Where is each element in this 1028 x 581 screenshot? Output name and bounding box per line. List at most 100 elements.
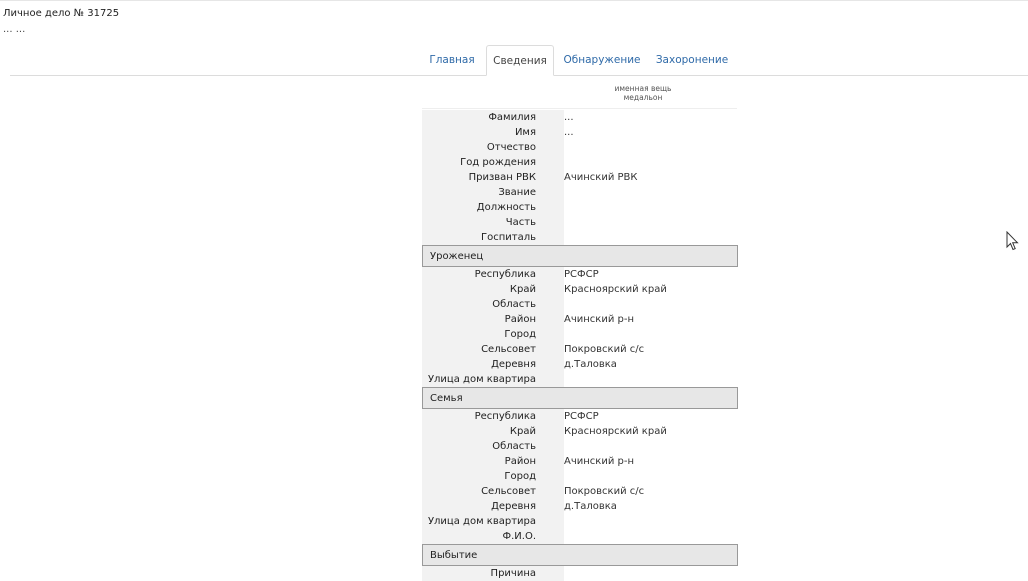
- field-value: Покровский с/с: [564, 486, 645, 497]
- field-label-box: Город: [422, 327, 550, 342]
- field-value: Красноярский край: [564, 284, 667, 295]
- field-label-box: Ф.И.О.: [422, 529, 550, 544]
- field-value: Красноярский край: [564, 426, 667, 437]
- form-row: Край Красноярский край: [422, 282, 738, 297]
- label-gutter: [550, 439, 564, 454]
- form-row: Ф.И.О.: [422, 529, 738, 544]
- tab-discovery[interactable]: Обнаружение: [562, 45, 642, 75]
- field-label: Часть: [505, 217, 536, 228]
- field-label-box: Район: [422, 312, 550, 327]
- form-row: Должность: [422, 200, 738, 215]
- field-label: Ф.И.О.: [502, 531, 537, 542]
- field-label: Республика: [474, 411, 536, 422]
- label-gutter: [550, 312, 564, 327]
- field-label-box: Отчество: [422, 140, 550, 155]
- field-value: Ачинский р-н: [564, 314, 634, 325]
- form-row: Республика РСФСР: [422, 409, 738, 424]
- field-value: д.Таловка: [564, 501, 617, 512]
- field-label: Звание: [498, 187, 536, 198]
- field-label: Область: [492, 441, 536, 452]
- field-label: Сельсовет: [481, 344, 536, 355]
- label-gutter: [550, 454, 564, 469]
- field-label-box: Звание: [422, 185, 550, 200]
- field-label-box: Улица дом квартира: [422, 372, 550, 387]
- top-border: [0, 0, 1028, 1]
- field-label-box: Улица дом квартира: [422, 514, 550, 529]
- field-label: Республика: [474, 269, 536, 280]
- form-row: Улица дом квартира: [422, 514, 738, 529]
- field-label: Деревня: [491, 359, 536, 370]
- label-gutter: [550, 469, 564, 484]
- field-label: Улица дом квартира: [427, 516, 536, 527]
- field-label: Улица дом квартира: [427, 374, 536, 385]
- field-label-box: Деревня: [422, 499, 550, 514]
- field-label-box: Область: [422, 297, 550, 312]
- field-value: Ачинский РВК: [564, 172, 638, 183]
- form-row: Год рождения: [422, 155, 738, 170]
- field-label-box: Фамилия: [422, 110, 550, 125]
- field-label: Госпиталь: [481, 232, 536, 243]
- medal-caption: именная вещь медальон: [600, 84, 686, 102]
- section-header-native: Уроженец: [422, 245, 738, 267]
- label-gutter: [550, 327, 564, 342]
- field-label: Имя: [514, 127, 536, 138]
- medal-line-2: медальон: [623, 93, 663, 102]
- form-row: Часть: [422, 215, 738, 230]
- tab-main[interactable]: Главная: [424, 45, 480, 75]
- form-row: Город: [422, 327, 738, 342]
- form-row: Район Ачинский р-н: [422, 454, 738, 469]
- label-gutter: [550, 499, 564, 514]
- form-row: Район Ачинский р-н: [422, 312, 738, 327]
- field-label-box: Край: [422, 282, 550, 297]
- field-label-box: Область: [422, 439, 550, 454]
- label-gutter: [550, 514, 564, 529]
- field-label-box: Причина: [422, 566, 550, 581]
- field-label: Край: [509, 284, 536, 295]
- form-row: Отчество: [422, 140, 738, 155]
- field-label-box: Республика: [422, 267, 550, 282]
- mouse-pointer-icon: [1006, 231, 1019, 251]
- form-row: Фамилия...: [422, 110, 738, 125]
- label-gutter: [550, 409, 564, 424]
- form-row: Сельсовет Покровский с/с: [422, 342, 738, 357]
- label-gutter: [550, 215, 564, 230]
- form-row: Край Красноярский край: [422, 424, 738, 439]
- form-row: Госпиталь: [422, 230, 738, 245]
- form-row: Область: [422, 297, 738, 312]
- field-value: Покровский с/с: [564, 344, 645, 355]
- field-label-box: Имя: [422, 125, 550, 140]
- field-label: Город: [504, 471, 536, 482]
- field-label: Город: [504, 329, 536, 340]
- label-gutter: [550, 140, 564, 155]
- field-value: ...: [564, 127, 574, 138]
- field-label-box: Год рождения: [422, 155, 550, 170]
- label-gutter: [550, 282, 564, 297]
- field-value: РСФСР: [564, 269, 599, 280]
- form-row: Имя...: [422, 125, 738, 140]
- field-label: Год рождения: [460, 157, 536, 168]
- form-row: Сельсовет Покровский с/с: [422, 484, 738, 499]
- label-gutter: [550, 185, 564, 200]
- field-label-box: Район: [422, 454, 550, 469]
- field-label: Причина: [490, 568, 536, 579]
- medal-line-1: именная вещь: [614, 84, 672, 93]
- info-form: Фамилия... Имя... Отчество Год рождения Приз…: [422, 110, 738, 581]
- field-label: Фамилия: [488, 112, 536, 123]
- medal-divider: [422, 108, 737, 109]
- field-label-box: Должность: [422, 200, 550, 215]
- form-row: Улица дом квартира: [422, 372, 738, 387]
- field-label: Сельсовет: [481, 486, 536, 497]
- label-gutter: [550, 484, 564, 499]
- label-gutter: [550, 566, 564, 581]
- field-label-box: Госпиталь: [422, 230, 550, 245]
- field-label-box: Призван РВК: [422, 170, 550, 185]
- tab-burial[interactable]: Захоронение: [653, 45, 731, 75]
- field-value: д.Таловка: [564, 359, 617, 370]
- field-value: Ачинский р-н: [564, 456, 634, 467]
- label-gutter: [550, 267, 564, 282]
- case-subtitle: ... ...: [3, 24, 26, 35]
- label-gutter: [550, 529, 564, 544]
- tab-info[interactable]: Сведения: [486, 45, 554, 76]
- field-label: Район: [504, 314, 536, 325]
- form-row: Город: [422, 469, 738, 484]
